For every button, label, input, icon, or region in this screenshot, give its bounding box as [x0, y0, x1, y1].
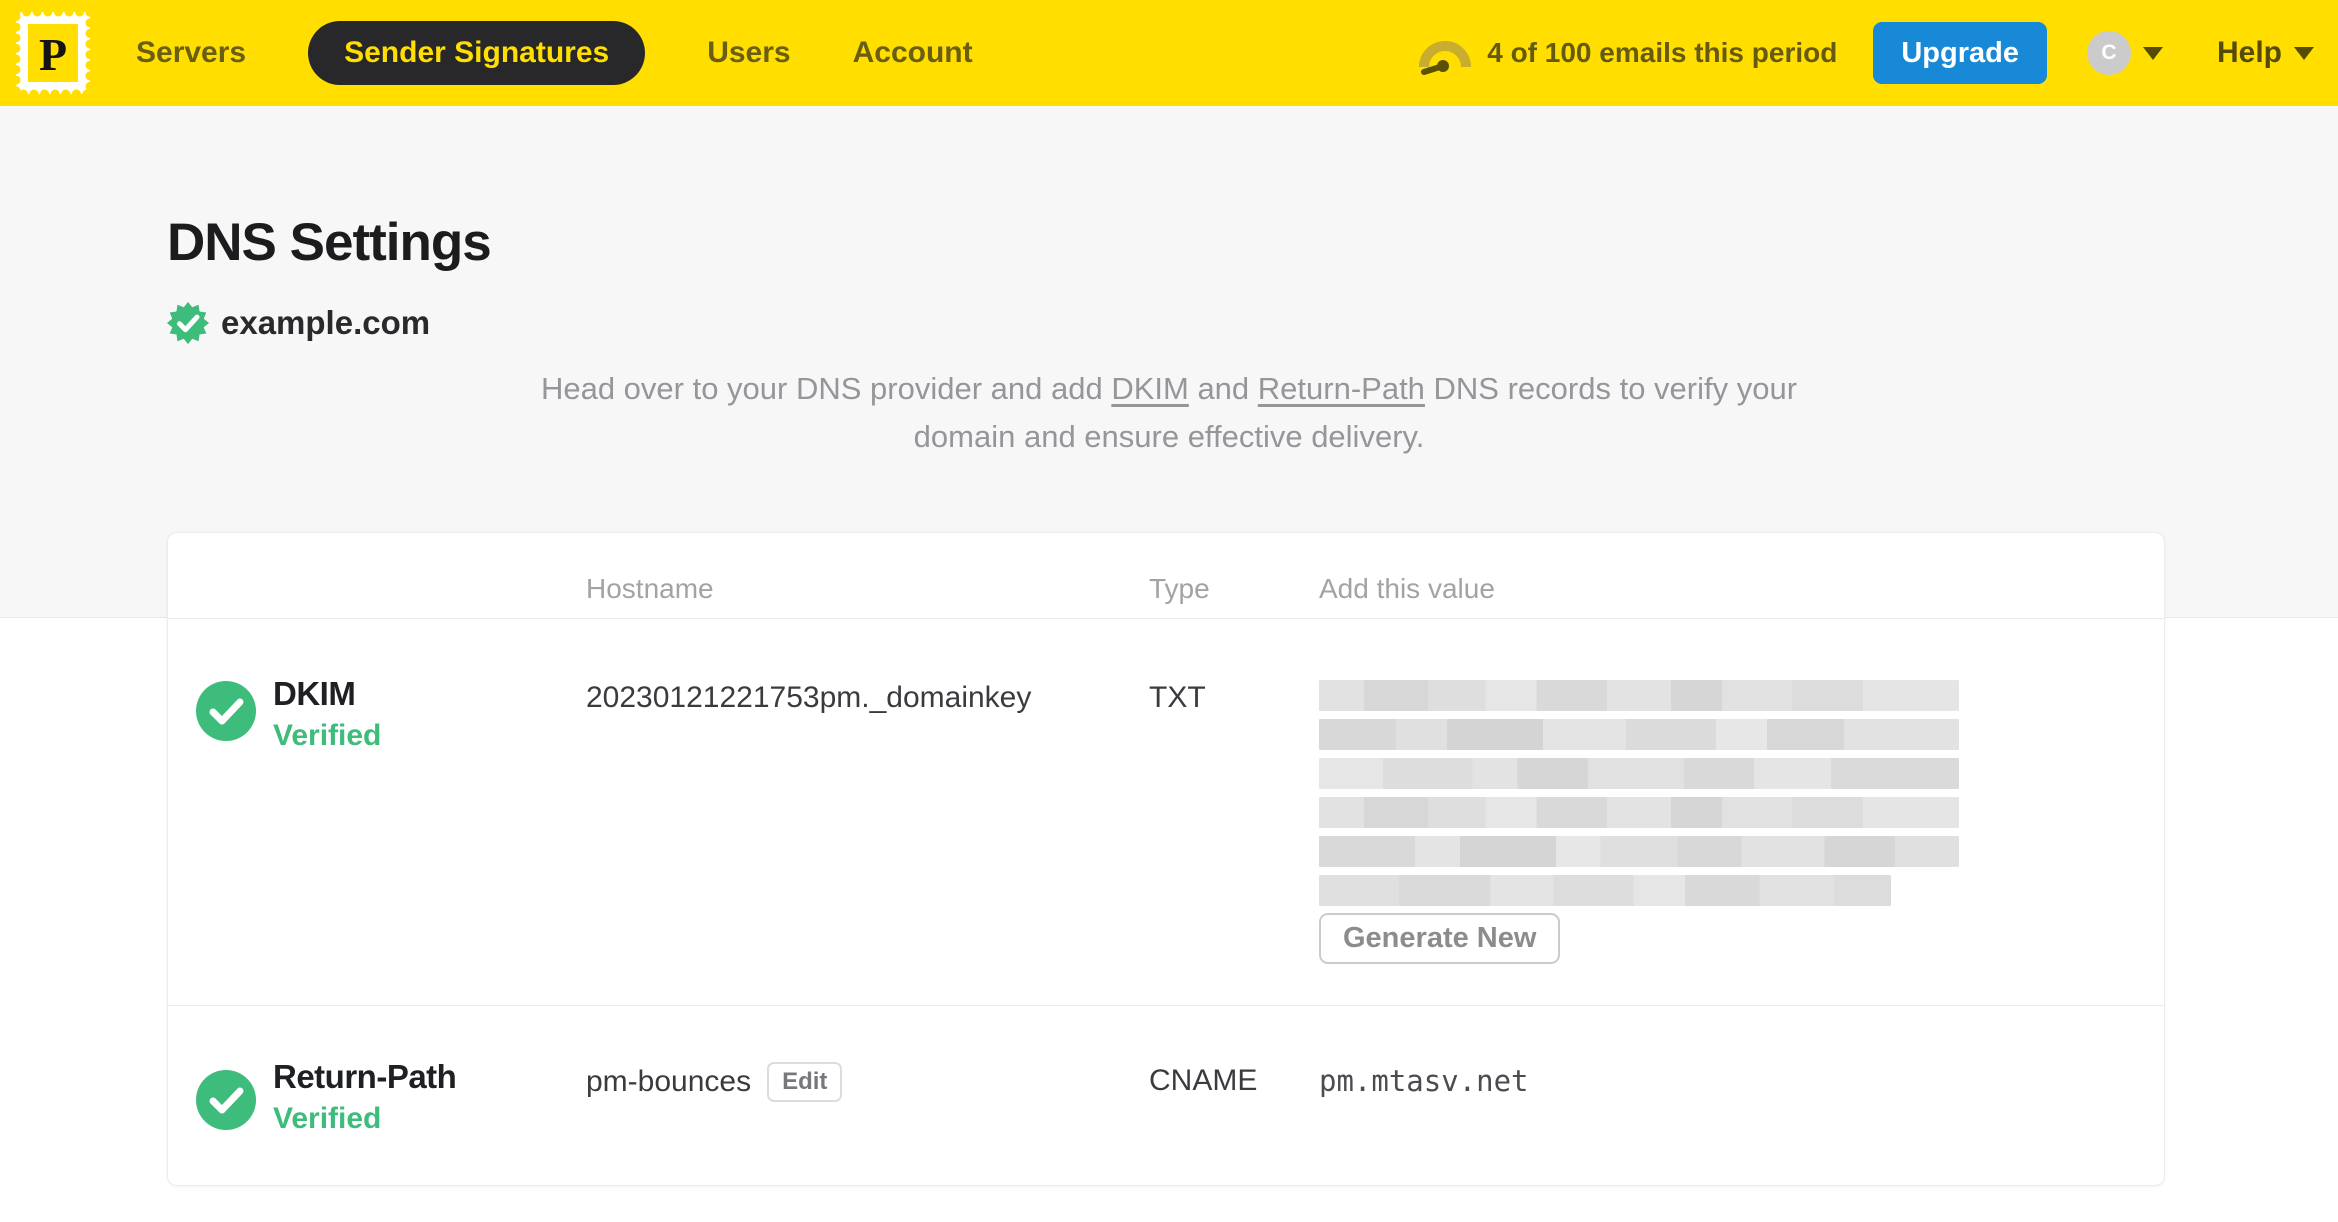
avatar[interactable]: C — [2086, 31, 2131, 75]
redacted-dkim-value — [1319, 680, 1959, 914]
redacted-value-bar — [1319, 680, 1959, 711]
help-label: Help — [2216, 36, 2282, 69]
check-circle-icon — [196, 1070, 256, 1130]
page-description: Head over to your DNS provider and add D… — [0, 365, 2338, 461]
svg-text:P: P — [39, 29, 67, 80]
redacted-value-bar — [1319, 719, 1959, 750]
record-hostname: 20230121221753pm._domainkey — [586, 681, 1032, 714]
record-value: pm.mtasv.net — [1319, 1064, 1529, 1098]
table-row-dkim: DKIM Verified 20230121221753pm._domainke… — [168, 619, 2164, 1006]
verified-seal-icon — [166, 301, 210, 345]
verified-domain: example.com — [165, 300, 430, 346]
help-menu[interactable]: Help — [2217, 36, 2314, 70]
record-status-badge: Verified — [273, 719, 382, 752]
primary-nav: Servers Sender Signatures Users Account — [136, 21, 1035, 85]
account-menu[interactable]: C — [2086, 31, 2163, 75]
description-text: Head over to your DNS provider and add — [540, 371, 1112, 406]
caret-down-icon — [2142, 46, 2163, 60]
topbar-right-cluster: 4 of 100 emails this period Upgrade C He… — [1417, 22, 2314, 84]
caret-down-icon — [2294, 46, 2314, 60]
record-type: TXT — [1149, 681, 1206, 714]
column-header-type: Type — [1149, 573, 1210, 604]
record-hostname: pm-bounces Edit — [586, 1062, 843, 1102]
top-bar: P Servers Sender Signatures Users Accoun… — [0, 0, 2338, 106]
postmark-logo[interactable]: P — [11, 7, 95, 99]
generate-new-button[interactable]: Generate New — [1319, 913, 1561, 964]
table-row-return-path: Return-Path Verified pm-bounces Edit CNA… — [168, 1006, 2164, 1186]
redacted-value-bar — [1319, 758, 1959, 789]
dns-records-card: Hostname Type Add this value DKIM Verifi… — [167, 532, 2165, 1186]
page-title: DNS Settings — [167, 213, 492, 272]
dkim-link[interactable]: DKIM — [1111, 371, 1189, 406]
nav-item-account[interactable]: Account — [853, 36, 973, 70]
record-type: CNAME — [1149, 1064, 1258, 1097]
return-path-link[interactable]: Return-Path — [1258, 371, 1425, 406]
description-text: and — [1188, 371, 1258, 406]
nav-item-servers[interactable]: Servers — [136, 36, 246, 70]
page: P Servers Sender Signatures Users Accoun… — [0, 0, 2338, 1222]
domain-name: example.com — [221, 304, 431, 341]
check-circle-icon — [196, 681, 256, 741]
nav-item-sender-signatures[interactable]: Sender Signatures — [308, 21, 646, 85]
record-name: DKIM — [273, 675, 356, 712]
record-hostname-text: pm-bounces — [586, 1065, 752, 1098]
postmark-stamp-icon: P — [11, 7, 95, 99]
redacted-value-bar — [1319, 836, 1959, 867]
gauge-icon — [1419, 41, 1472, 75]
redacted-value-bar — [1319, 797, 1959, 828]
redacted-value-bar — [1319, 875, 1891, 906]
record-name: Return-Path — [273, 1058, 457, 1095]
column-header-hostname: Hostname — [586, 573, 714, 604]
usage-counter: 4 of 100 emails this period — [1487, 37, 1838, 68]
nav-item-users[interactable]: Users — [707, 36, 790, 70]
table-header: Hostname Type Add this value — [168, 533, 2164, 619]
column-header-value: Add this value — [1319, 573, 1495, 604]
record-status-badge: Verified — [273, 1102, 382, 1135]
upgrade-button[interactable]: Upgrade — [1873, 22, 2047, 84]
edit-button[interactable]: Edit — [767, 1062, 843, 1102]
